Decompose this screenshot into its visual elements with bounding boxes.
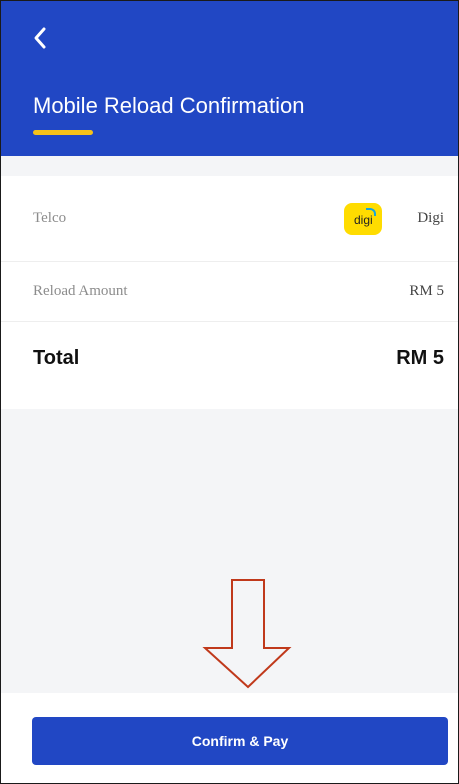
- header-bar: Mobile Reload Confirmation: [1, 1, 458, 156]
- reload-amount-label: Reload Amount: [33, 283, 128, 299]
- telco-value: Digi: [417, 210, 444, 226]
- telco-value-group: digi Digi: [344, 202, 444, 235]
- title-underline: [33, 130, 93, 135]
- app-screen: Mobile Reload Confirmation Telco digi Di…: [0, 0, 459, 784]
- reload-details-card: Telco digi Digi Reload Amount RM 5 Total…: [1, 176, 458, 409]
- digi-logo-mark: [366, 207, 377, 216]
- total-row: Total RM 5: [1, 322, 458, 394]
- digi-logo: digi: [344, 202, 383, 235]
- reload-amount-row: Reload Amount RM 5: [1, 262, 458, 322]
- confirm-pay-button[interactable]: Confirm & Pay: [32, 717, 448, 765]
- total-value: RM 5: [396, 346, 444, 369]
- telco-row: Telco digi Digi: [1, 176, 458, 262]
- total-label: Total: [33, 346, 80, 369]
- page-title: Mobile Reload Confirmation: [33, 93, 305, 118]
- footer-bar: Confirm & Pay: [1, 693, 458, 783]
- back-button[interactable]: [23, 21, 57, 55]
- down-arrow-icon: [202, 579, 292, 689]
- reload-amount-value: RM 5: [409, 283, 444, 299]
- chevron-left-icon: [34, 27, 46, 49]
- telco-label: Telco: [33, 210, 67, 226]
